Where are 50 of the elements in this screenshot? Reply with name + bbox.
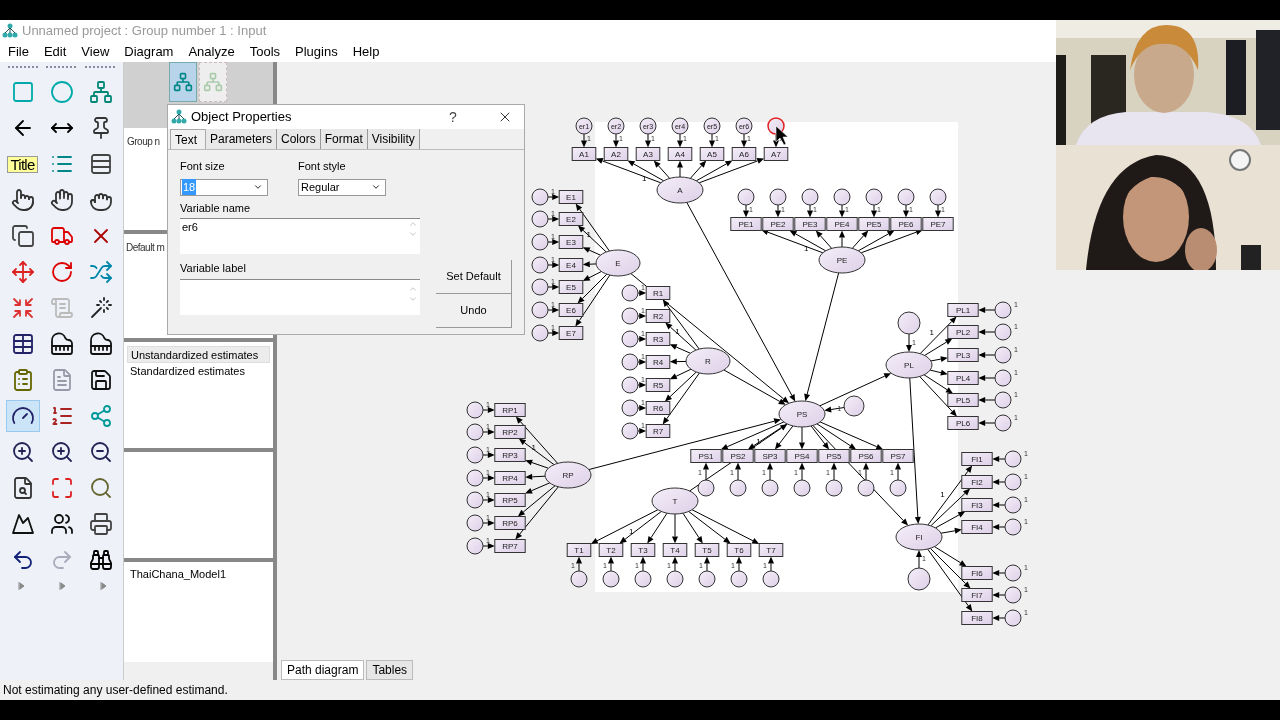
variable-label-field[interactable]: [180, 278, 420, 315]
help-button[interactable]: ?: [438, 106, 468, 128]
gauge-icon[interactable]: [5, 400, 40, 432]
dialog-title: Object Properties: [191, 108, 293, 127]
field-label: Variable name: [180, 200, 252, 216]
field-label: Font style: [298, 159, 347, 174]
estimates-item[interactable]: Unstandardized estimates: [127, 346, 270, 363]
view-tab[interactable]: Tables: [366, 660, 414, 680]
residual-variable[interactable]: [843, 395, 865, 417]
scroll-up-icon: [408, 219, 418, 229]
app-logo-icon: [171, 109, 187, 125]
field-label: Font size: [180, 159, 226, 174]
path-arrow: [906, 333, 912, 352]
dialog-button[interactable]: Set Default: [436, 260, 512, 294]
window-title: Unnamed project : Group number 1 : Input: [22, 22, 267, 41]
residual-variable[interactable]: [907, 567, 931, 591]
menu-item[interactable]: Edit: [43, 42, 67, 62]
menu-item[interactable]: Analyze: [188, 42, 235, 62]
model-item[interactable]: ThaiChana_Model1: [130, 566, 267, 583]
estimates-item[interactable]: Standardized estimates: [127, 363, 270, 380]
title-tool[interactable]: Title: [5, 148, 40, 180]
dialog-tab[interactable]: Format: [320, 129, 368, 149]
path-arrow: [916, 550, 922, 569]
network-icon: [173, 72, 193, 92]
dialog-tab[interactable]: Colors: [277, 129, 321, 149]
dialog-tab[interactable]: Text: [170, 129, 206, 149]
scroll-arrow-icon[interactable]: [99, 582, 106, 590]
scroll-down-icon: [408, 229, 418, 239]
field-label: Variable label: [180, 261, 247, 276]
input-diagram-button[interactable]: [169, 62, 197, 102]
dialog-tab[interactable]: Parameters: [206, 129, 278, 149]
menu-item[interactable]: Plugins: [295, 42, 338, 62]
menu-item[interactable]: File: [8, 42, 29, 62]
view-tab[interactable]: Path diagram: [281, 660, 365, 680]
menu-item[interactable]: Tools: [249, 42, 281, 62]
menu-item[interactable]: Diagram: [124, 42, 174, 62]
scroll-arrow-icon[interactable]: [17, 582, 24, 590]
font-style-dropdown[interactable]: Regular: [298, 178, 386, 196]
menu-item[interactable]: View: [81, 42, 110, 62]
residual-variable[interactable]: [897, 311, 921, 335]
app-logo-icon: [2, 23, 18, 39]
panel-header: Default m: [126, 242, 165, 253]
dialog-tab[interactable]: Visibility: [367, 129, 420, 149]
scroll-arrow-icon[interactable]: [58, 582, 65, 590]
status-text: Not estimating any user-defined estimand.: [3, 682, 228, 699]
variable-name-field[interactable]: er6: [180, 218, 420, 254]
menu-item[interactable]: Help: [352, 42, 380, 62]
panel-header: Group n: [127, 136, 160, 147]
network-icon: [203, 72, 223, 92]
dialog-button[interactable]: Undo: [436, 294, 512, 328]
